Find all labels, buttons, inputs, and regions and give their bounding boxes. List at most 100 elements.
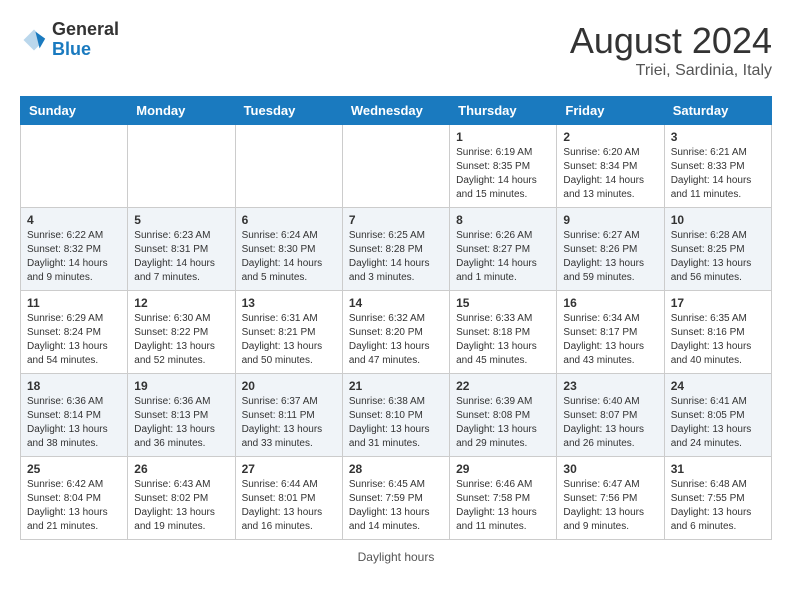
calendar-cell: 2 Sunrise: 6:20 AM Sunset: 8:34 PM Daylig… [557, 125, 664, 208]
day-info: Sunrise: 6:21 AM Sunset: 8:33 PM Dayligh… [671, 146, 765, 202]
calendar-cell: 6 Sunrise: 6:24 AM Sunset: 8:30 PM Daylig… [235, 208, 342, 291]
calendar-cell: 11Sunrise: 6:29 AM Sunset: 8:24 PM Dayli… [21, 291, 128, 374]
day-info: Sunrise: 6:48 AM Sunset: 7:55 PM Dayligh… [671, 478, 765, 534]
day-info: Sunrise: 6:20 AM Sunset: 8:34 PM Dayligh… [563, 146, 657, 202]
day-info: Sunrise: 6:28 AM Sunset: 8:25 PM Dayligh… [671, 229, 765, 285]
day-info: Sunrise: 6:27 AM Sunset: 8:26 PM Dayligh… [563, 229, 657, 285]
day-number: 10 [671, 213, 765, 227]
calendar-cell: 13 Sunrise: 6:31 AM Sunset: 8:21 PM Dayli… [235, 291, 342, 374]
logo-text: General Blue [52, 20, 119, 60]
day-info: Sunrise: 6:42 AM Sunset: 8:04 PM Dayligh… [27, 478, 121, 534]
calendar-cell: 24 Sunrise: 6:41 AM Sunset: 8:05 PM Dayli… [664, 374, 771, 457]
day-info: Sunrise: 6:25 AM Sunset: 8:28 PM Dayligh… [349, 229, 443, 285]
day-number: 24 [671, 379, 765, 393]
day-info: Sunrise: 6:36 AM Sunset: 8:13 PM Dayligh… [134, 395, 228, 451]
day-info: Sunrise: 6:31 AM Sunset: 8:21 PM Dayligh… [242, 312, 336, 368]
day-number: 30 [563, 462, 657, 476]
day-number: 14 [349, 296, 443, 310]
calendar-table: SundayMondayTuesdayWednesdayThursdayFrid… [20, 96, 772, 540]
day-number: 13 [242, 296, 336, 310]
day-info: Sunrise: 6:35 AM Sunset: 8:16 PM Dayligh… [671, 312, 765, 368]
day-number: 23 [563, 379, 657, 393]
calendar-cell: 26 Sunrise: 6:43 AM Sunset: 8:02 PM Dayli… [128, 457, 235, 540]
calendar-cell: 5 Sunrise: 6:23 AM Sunset: 8:31 PM Daylig… [128, 208, 235, 291]
calendar-cell [21, 125, 128, 208]
day-info: Sunrise: 6:44 AM Sunset: 8:01 PM Dayligh… [242, 478, 336, 534]
calendar-cell: 16 Sunrise: 6:34 AM Sunset: 8:17 PM Dayli… [557, 291, 664, 374]
day-info: Sunrise: 6:24 AM Sunset: 8:30 PM Dayligh… [242, 229, 336, 285]
calendar-cell: 25 Sunrise: 6:42 AM Sunset: 8:04 PM Dayli… [21, 457, 128, 540]
day-number: 15 [456, 296, 550, 310]
calendar-cell: 31 Sunrise: 6:48 AM Sunset: 7:55 PM Dayli… [664, 457, 771, 540]
calendar-cell [235, 125, 342, 208]
day-info: Sunrise: 6:29 AM Sunset: 8:24 PM Dayligh… [27, 312, 121, 368]
day-number: 16 [563, 296, 657, 310]
col-header-tuesday: Tuesday [235, 97, 342, 125]
col-header-sunday: Sunday [21, 97, 128, 125]
calendar-week-3: 18Sunrise: 6:36 AM Sunset: 8:14 PM Dayli… [21, 374, 772, 457]
day-info: Sunrise: 6:26 AM Sunset: 8:27 PM Dayligh… [456, 229, 550, 285]
calendar-cell: 12 Sunrise: 6:30 AM Sunset: 8:22 PM Dayli… [128, 291, 235, 374]
day-info: Sunrise: 6:34 AM Sunset: 8:17 PM Dayligh… [563, 312, 657, 368]
calendar-cell: 27 Sunrise: 6:44 AM Sunset: 8:01 PM Dayli… [235, 457, 342, 540]
day-number: 18 [27, 379, 121, 393]
day-info: Sunrise: 6:23 AM Sunset: 8:31 PM Dayligh… [134, 229, 228, 285]
day-number: 26 [134, 462, 228, 476]
calendar-cell: 30Sunrise: 6:47 AM Sunset: 7:56 PM Dayli… [557, 457, 664, 540]
location: Triei, Sardinia, Italy [570, 62, 772, 80]
day-number: 27 [242, 462, 336, 476]
day-number: 3 [671, 130, 765, 144]
day-number: 12 [134, 296, 228, 310]
day-number: 29 [456, 462, 550, 476]
day-info: Sunrise: 6:22 AM Sunset: 8:32 PM Dayligh… [27, 229, 121, 285]
logo-blue: Blue [52, 40, 119, 60]
calendar-cell: 17 Sunrise: 6:35 AM Sunset: 8:16 PM Dayli… [664, 291, 771, 374]
day-number: 1 [456, 130, 550, 144]
day-number: 17 [671, 296, 765, 310]
day-number: 25 [27, 462, 121, 476]
day-number: 31 [671, 462, 765, 476]
col-header-saturday: Saturday [664, 97, 771, 125]
calendar-cell: 29Sunrise: 6:46 AM Sunset: 7:58 PM Dayli… [450, 457, 557, 540]
calendar-cell: 7 Sunrise: 6:25 AM Sunset: 8:28 PM Daylig… [342, 208, 449, 291]
calendar-week-4: 25 Sunrise: 6:42 AM Sunset: 8:04 PM Dayli… [21, 457, 772, 540]
day-info: Sunrise: 6:45 AM Sunset: 7:59 PM Dayligh… [349, 478, 443, 534]
day-number: 2 [563, 130, 657, 144]
day-info: Sunrise: 6:38 AM Sunset: 8:10 PM Dayligh… [349, 395, 443, 451]
calendar-week-0: 1 Sunrise: 6:19 AM Sunset: 8:35 PM Daylig… [21, 125, 772, 208]
day-number: 8 [456, 213, 550, 227]
day-info: Sunrise: 6:43 AM Sunset: 8:02 PM Dayligh… [134, 478, 228, 534]
day-number: 20 [242, 379, 336, 393]
day-info: Sunrise: 6:19 AM Sunset: 8:35 PM Dayligh… [456, 146, 550, 202]
calendar-header-row: SundayMondayTuesdayWednesdayThursdayFrid… [21, 97, 772, 125]
calendar-cell: 10 Sunrise: 6:28 AM Sunset: 8:25 PM Dayli… [664, 208, 771, 291]
calendar-cell: 21 Sunrise: 6:38 AM Sunset: 8:10 PM Dayli… [342, 374, 449, 457]
col-header-friday: Friday [557, 97, 664, 125]
calendar-cell: 18Sunrise: 6:36 AM Sunset: 8:14 PM Dayli… [21, 374, 128, 457]
day-number: 22 [456, 379, 550, 393]
calendar-cell [342, 125, 449, 208]
logo-general: General [52, 20, 119, 40]
page-header: General Blue August 2024 Triei, Sardinia… [20, 20, 772, 80]
calendar-cell: 3 Sunrise: 6:21 AM Sunset: 8:33 PM Daylig… [664, 125, 771, 208]
logo: General Blue [20, 20, 119, 60]
day-number: 19 [134, 379, 228, 393]
calendar-cell [128, 125, 235, 208]
day-info: Sunrise: 6:30 AM Sunset: 8:22 PM Dayligh… [134, 312, 228, 368]
day-info: Sunrise: 6:40 AM Sunset: 8:07 PM Dayligh… [563, 395, 657, 451]
calendar-cell: 20Sunrise: 6:37 AM Sunset: 8:11 PM Dayli… [235, 374, 342, 457]
calendar-cell: 23 Sunrise: 6:40 AM Sunset: 8:07 PM Dayli… [557, 374, 664, 457]
day-number: 6 [242, 213, 336, 227]
title-block: August 2024 Triei, Sardinia, Italy [570, 20, 772, 80]
calendar-cell: 1 Sunrise: 6:19 AM Sunset: 8:35 PM Daylig… [450, 125, 557, 208]
calendar-cell: 19 Sunrise: 6:36 AM Sunset: 8:13 PM Dayli… [128, 374, 235, 457]
calendar-week-1: 4Sunrise: 6:22 AM Sunset: 8:32 PM Daylig… [21, 208, 772, 291]
day-number: 7 [349, 213, 443, 227]
calendar-week-2: 11Sunrise: 6:29 AM Sunset: 8:24 PM Dayli… [21, 291, 772, 374]
day-info: Sunrise: 6:41 AM Sunset: 8:05 PM Dayligh… [671, 395, 765, 451]
day-number: 21 [349, 379, 443, 393]
calendar-cell: 14Sunrise: 6:32 AM Sunset: 8:20 PM Dayli… [342, 291, 449, 374]
day-number: 5 [134, 213, 228, 227]
logo-icon [20, 26, 48, 54]
day-number: 28 [349, 462, 443, 476]
